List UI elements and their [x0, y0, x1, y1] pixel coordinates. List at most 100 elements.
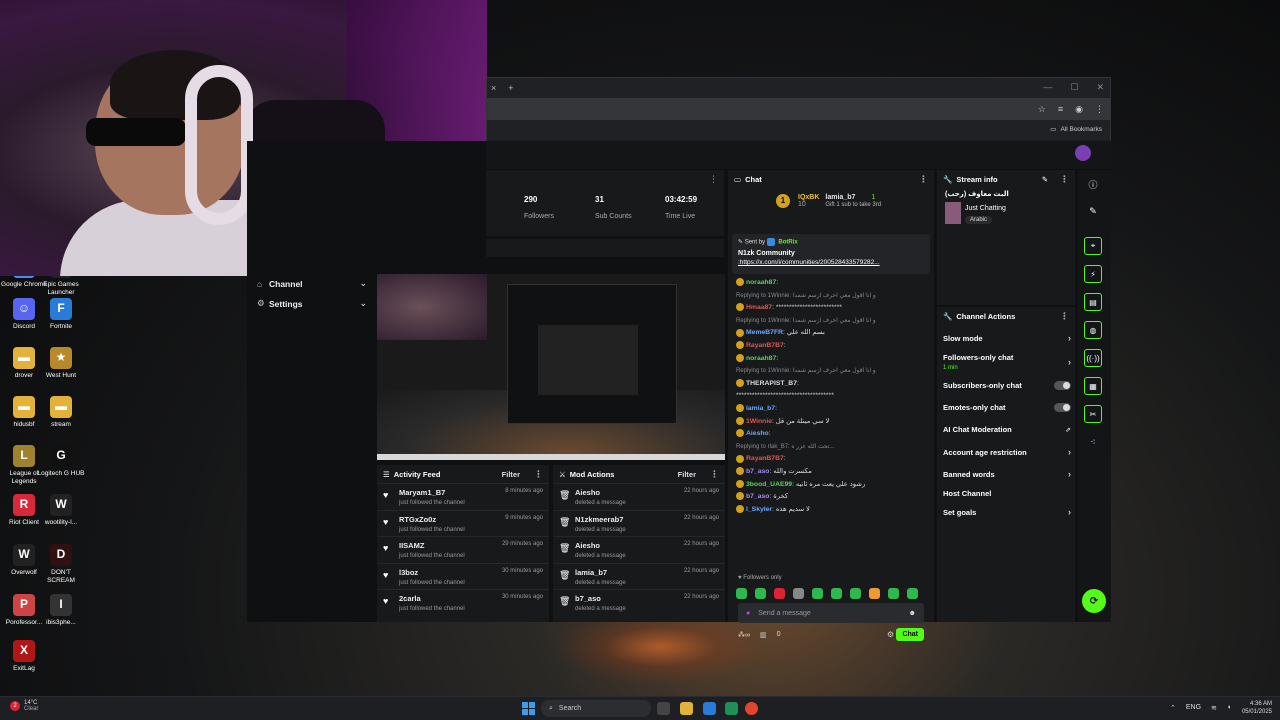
chat-username[interactable]: RayanB7B7 [746, 342, 784, 349]
desktop-icon-5[interactable]: ★ West Hunt [37, 347, 85, 380]
share-icon[interactable]: ⁖ [1084, 433, 1102, 451]
toggle-switch[interactable] [1054, 403, 1071, 412]
star-icon[interactable]: ☆ [1038, 104, 1046, 115]
chat-username[interactable]: noraah87 [746, 355, 776, 362]
chat-username[interactable]: THERAPIST_B7 [746, 380, 797, 387]
task-view-icon[interactable] [657, 702, 670, 715]
help-chat-icon[interactable]: ⟳ [1082, 589, 1106, 613]
desktop-icon-13[interactable]: D DON'T SCREAM [37, 544, 85, 584]
desktop-icon-11[interactable]: Wwootility-l... [37, 494, 85, 527]
mod-row[interactable]: 🗑 b7_aso deleted a message 22 hours ago [553, 589, 725, 616]
chat-username[interactable]: b7_aso [746, 468, 769, 475]
chat-settings-icon[interactable]: ⚙ [887, 630, 894, 639]
weather-widget[interactable]: 2 14°C Clear [10, 700, 38, 712]
chat-message[interactable]: ************************************* [728, 391, 934, 404]
chat-message[interactable]: 1Winnie: لا سي مينلة من قل [728, 416, 934, 430]
channel-action-item[interactable]: AI Chat Moderation ⇗ [943, 425, 1071, 434]
mod-user[interactable]: Aiesho [575, 541, 626, 550]
activity-user[interactable]: IISAMZ [399, 541, 465, 550]
settings-wrench-icon[interactable]: ✂ [1084, 405, 1102, 423]
gift-promo[interactable]: Gift 1 sub to take 3rd [825, 202, 881, 208]
activity-menu-icon[interactable]: ⋮ [534, 469, 543, 480]
chat-message[interactable]: Replying to 1Winnie: و انا اقول معي احرف… [728, 291, 934, 304]
emoji-icon[interactable]: ☻ [909, 610, 916, 617]
stats-menu-icon[interactable]: ⋮ [709, 174, 718, 185]
lightning-icon[interactable]: ⚡ [1084, 265, 1102, 283]
activity-user[interactable]: RTGxZo0z [399, 515, 465, 524]
nav-settings[interactable]: ⚙ Settings ⌄ [257, 298, 367, 309]
minimize-button[interactable]: — [1043, 82, 1052, 93]
chat-message[interactable]: Replying to rlak_B7: تحت الله عزر ه... [728, 442, 934, 455]
chrome-taskbar-icon[interactable] [745, 702, 758, 715]
pinned-link[interactable]: :https://x.com/i/communities/20052843357… [738, 259, 924, 266]
mod-row[interactable]: 🗑 Aiesho deleted a message 22 hours ago [553, 483, 725, 510]
chat-bubble-icon[interactable]: ◍ [1084, 321, 1102, 339]
all-bookmarks-link[interactable]: All Bookmarks [1060, 126, 1102, 133]
volume-icon[interactable]: ◖ [1227, 704, 1231, 712]
stream-category[interactable]: Just Chatting [965, 205, 1006, 212]
mod-row[interactable]: 🗑 lamia_b7 deleted a message 22 hours ago [553, 562, 725, 590]
close-tab-icon[interactable]: × [491, 83, 496, 93]
broadcast-icon[interactable]: ((·)) [1084, 349, 1102, 367]
pencil-icon[interactable]: ✎ [1084, 202, 1102, 220]
chat-username[interactable]: 3bood_UAE99 [746, 481, 792, 488]
windows-start-icon[interactable] [522, 702, 535, 715]
chat-message[interactable]: 3bood_UAE99: رشود علي يعت مره ثانيه [728, 479, 934, 493]
desktop-icon-9[interactable]: G Logitech G HUB [37, 445, 85, 478]
lang-indicator[interactable]: ENG [1186, 704, 1201, 712]
chat-username[interactable]: RayanB7B7 [746, 455, 784, 462]
chat-username[interactable]: Hmaa87 [746, 304, 772, 311]
desktop-icon-7[interactable]: ▬ stream [37, 396, 85, 429]
stream-tag[interactable]: Arabic [965, 215, 993, 224]
chat-username[interactable]: 1Winnie [746, 418, 772, 425]
wifi-icon[interactable]: ≋ [1211, 704, 1217, 712]
top-gifter-2[interactable]: lamia_b7 [825, 194, 855, 201]
edit-icon[interactable]: ✎ [1042, 175, 1048, 184]
chevron-up-icon[interactable]: ⌃ [1170, 704, 1176, 712]
mod-user[interactable]: b7_aso [575, 594, 626, 603]
chat-username[interactable]: Aiesho [746, 430, 769, 437]
chat-message[interactable]: RayanB7B7: [728, 454, 934, 467]
chat-username[interactable]: lamia_b7 [746, 405, 775, 412]
file-explorer-icon[interactable] [680, 702, 693, 715]
app-icon[interactable] [725, 702, 738, 715]
chat-message[interactable]: Aiesho: [728, 429, 934, 442]
chat-message[interactable]: b7_aso: مكسرت والله [728, 467, 934, 480]
activity-row[interactable]: ♥ l3boz just followed the channel 30 minute… [377, 562, 549, 590]
activity-filter-button[interactable]: Filter [502, 470, 520, 479]
pinned-message[interactable]: ✎ Sent by BotRix N1zk Community :https:/… [732, 234, 930, 274]
chat-message[interactable]: THERAPIST_B7: [728, 378, 934, 392]
document-icon[interactable]: ▤ [1084, 293, 1102, 311]
activity-row[interactable]: ♥ RTGxZo0z just followed the channel 9 minu… [377, 509, 549, 537]
chat-send-button[interactable]: Chat [896, 628, 924, 641]
channel-actions-menu-icon[interactable]: ⋮ [1060, 311, 1069, 322]
channel-action-item[interactable]: Emotes-only chat [943, 403, 1071, 412]
close-window-button[interactable]: ✕ [1096, 82, 1104, 93]
desktop-icon-16[interactable]: X ExitLag [0, 640, 48, 673]
desktop-icon-15[interactable]: Iibis3phe... [37, 594, 85, 627]
chat-input[interactable]: ● Send a message ☻ [738, 603, 924, 623]
chat-message[interactable]: lamia_b7: [728, 404, 934, 417]
info-icon[interactable]: ⓘ [1084, 175, 1102, 193]
channel-action-item[interactable]: Slow mode › [943, 333, 1071, 343]
channel-action-item[interactable]: Followers-only chat 1 min › [943, 353, 1071, 371]
chat-message[interactable]: Replying to 1Winnie: و انا اقول معي احرف… [728, 316, 934, 329]
chat-message[interactable]: Hmaa87: ************************* [728, 303, 934, 316]
chat-message[interactable]: MemeB7FR: بسم الله علي [728, 328, 934, 341]
profile-icon[interactable]: ◉ [1075, 104, 1083, 115]
chat-username[interactable]: b7_aso [746, 493, 769, 500]
activity-row[interactable]: ♥ IISAMZ just followed the channel 29 minut… [377, 536, 549, 563]
chat-message[interactable]: b7_aso: كخرة [728, 492, 934, 505]
nav-channel[interactable]: ⌂ Channel ⌄ [257, 278, 367, 289]
pinned-by-user[interactable]: BotRix [778, 240, 797, 246]
mod-row[interactable]: 🗑 Aiesho deleted a message 22 hours ago [553, 536, 725, 563]
user-avatar[interactable] [1075, 145, 1091, 161]
channel-action-item[interactable]: Banned words › [943, 469, 1071, 479]
emote-bar[interactable] [736, 588, 918, 599]
maximize-button[interactable]: ☐ [1070, 82, 1078, 93]
store-icon[interactable] [703, 702, 716, 715]
clock[interactable]: 4:36 AM 05/01/2025 [1232, 700, 1272, 716]
new-tab-button[interactable]: + [508, 83, 513, 93]
activity-user[interactable]: Maryam1_B7 [399, 488, 465, 497]
taskbar-search[interactable]: ⌕ Search [541, 700, 651, 717]
